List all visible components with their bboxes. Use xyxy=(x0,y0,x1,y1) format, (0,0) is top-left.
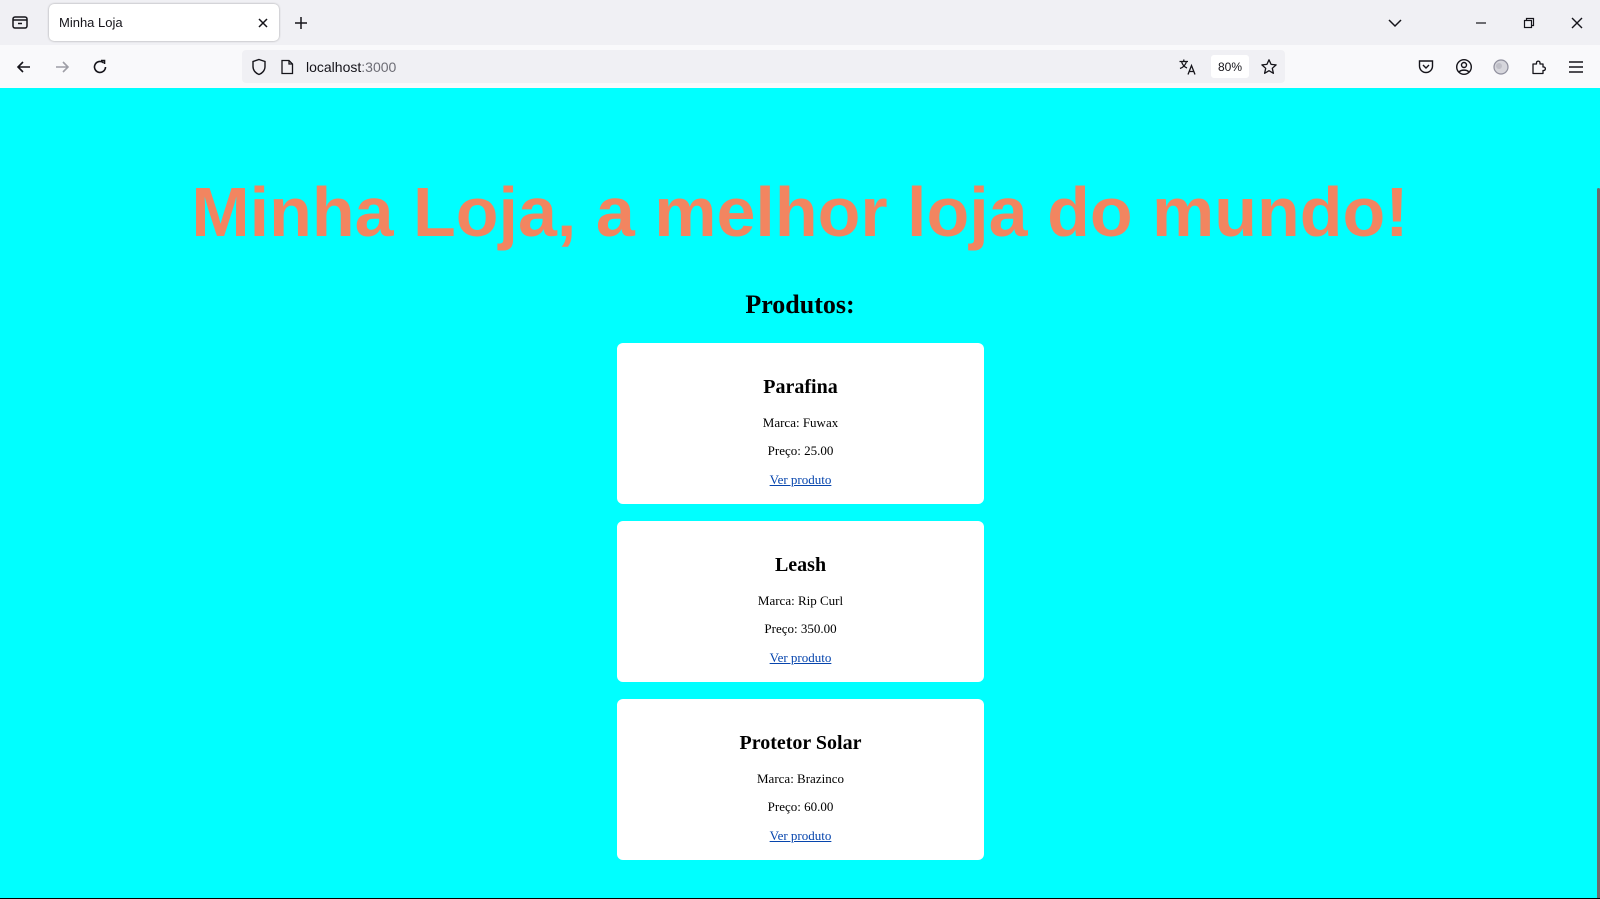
url-host: localhost xyxy=(306,59,362,75)
url-bar[interactable]: localhost:3000 80% xyxy=(242,50,1285,83)
product-card: Protetor Solar Marca: Brazinco Preço: 60… xyxy=(617,699,984,860)
chevron-down-icon[interactable] xyxy=(1384,12,1406,34)
navigation-toolbar: localhost:3000 80% xyxy=(0,45,1600,89)
product-card: Leash Marca: Rip Curl Preço: 350.00 Ver … xyxy=(617,521,984,682)
product-brand: Marca: Brazinco xyxy=(757,771,844,786)
shield-icon[interactable] xyxy=(249,57,269,77)
restore-icon[interactable] xyxy=(1518,12,1540,34)
product-brand: Marca: Fuwax xyxy=(762,415,839,430)
product-price: Preço: 60.00 xyxy=(767,799,834,814)
page-headline: Minha Loja, a melhor loja do mundo! xyxy=(191,173,1409,251)
product-name: Parafina xyxy=(763,376,838,398)
page-content: Minha Loja, a melhor loja do mundo! Prod… xyxy=(0,88,1600,898)
products-section-title: Produtos: xyxy=(745,290,855,319)
product-name: Protetor Solar xyxy=(739,732,862,754)
back-icon[interactable] xyxy=(12,55,36,79)
new-tab-icon[interactable] xyxy=(289,11,313,35)
view-product-link[interactable]: Ver produto xyxy=(617,472,984,488)
translate-icon[interactable] xyxy=(1177,56,1199,78)
page-info-icon[interactable] xyxy=(277,57,297,77)
product-list: Parafina Marca: Fuwax Preço: 25.00 Ver p… xyxy=(617,343,984,877)
product-price: Preço: 350.00 xyxy=(764,621,837,636)
product-brand: Marca: Rip Curl xyxy=(757,593,844,608)
extensions-icon[interactable] xyxy=(1527,55,1551,79)
close-window-icon[interactable] xyxy=(1566,12,1588,34)
view-product-link[interactable]: Ver produto xyxy=(617,828,984,844)
minimize-icon[interactable] xyxy=(1470,12,1492,34)
product-price: Preço: 25.00 xyxy=(767,443,834,458)
account-icon[interactable] xyxy=(1452,55,1476,79)
url-port: :3000 xyxy=(361,59,397,75)
forward-icon[interactable] xyxy=(50,55,74,79)
product-card: Parafina Marca: Fuwax Preço: 25.00 Ver p… xyxy=(617,343,984,504)
reload-icon[interactable] xyxy=(88,55,112,79)
url-text[interactable]: localhost:3000 xyxy=(306,59,396,75)
close-tab-icon[interactable] xyxy=(254,14,271,31)
zoom-level-button[interactable]: 80% xyxy=(1211,55,1250,78)
pocket-icon[interactable] xyxy=(1414,55,1438,79)
extension-puzzle-colored-icon[interactable] xyxy=(1489,55,1513,79)
tab-strip: Minha Loja xyxy=(0,0,1600,45)
tab-title: Minha Loja xyxy=(59,15,123,30)
tab-minha-loja[interactable]: Minha Loja xyxy=(49,4,279,41)
bookmark-star-icon[interactable] xyxy=(1258,56,1280,78)
view-product-link[interactable]: Ver produto xyxy=(617,650,984,666)
tab-list-icon[interactable] xyxy=(8,10,32,34)
product-name: Leash xyxy=(774,554,827,576)
menu-icon[interactable] xyxy=(1564,55,1588,79)
